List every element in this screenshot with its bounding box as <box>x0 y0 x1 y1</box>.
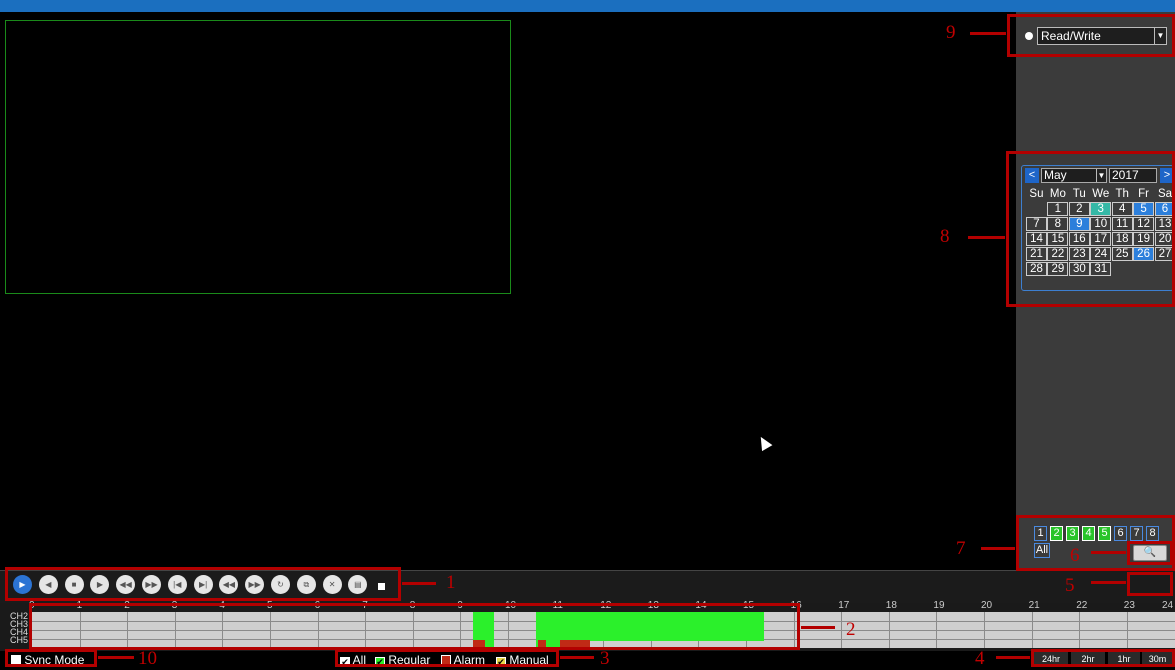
annotation-1: 1 <box>446 572 456 593</box>
hour-tick-label: 18 <box>885 600 897 611</box>
annotation-box-10 <box>5 649 97 667</box>
video-window-selected[interactable] <box>5 20 511 294</box>
annotation-2: 2 <box>846 619 856 640</box>
annotation-line-7 <box>981 547 1015 550</box>
hour-tick-label: 19 <box>933 600 945 611</box>
hour-tick-label: 21 <box>1028 600 1040 611</box>
annotation-line-6 <box>1091 551 1126 554</box>
annotation-line-10 <box>98 656 134 659</box>
annotation-line-2 <box>801 626 835 629</box>
annotation-box-2 <box>29 603 800 650</box>
annotation-9: 9 <box>946 22 956 43</box>
annotation-line-4 <box>996 656 1030 659</box>
annotation-box-3 <box>335 649 559 667</box>
annotation-6: 6 <box>1070 545 1080 566</box>
hour-tick-label: 23 <box>1123 600 1135 611</box>
annotation-box-8 <box>1006 151 1175 307</box>
annotation-box-1 <box>5 567 401 601</box>
annotation-box-4 <box>1031 649 1175 667</box>
annotation-box-6 <box>1127 541 1173 565</box>
annotation-line-1 <box>402 582 436 585</box>
annotation-7: 7 <box>956 538 966 559</box>
title-bar <box>0 0 1175 12</box>
hour-tick-label: 22 <box>1076 600 1088 611</box>
bottom-bar <box>0 651 1175 667</box>
hour-tick-label: 24 <box>1162 600 1174 611</box>
hour-tick-label: 20 <box>981 600 993 611</box>
annotation-box-9 <box>1007 14 1175 57</box>
annotation-line-9 <box>970 32 1006 35</box>
annotation-box-5 <box>1127 572 1173 596</box>
annotation-line-3 <box>560 656 594 659</box>
hour-tick-label: 17 <box>838 600 850 611</box>
annotation-line-5 <box>1091 581 1126 584</box>
annotation-line-8 <box>968 236 1005 239</box>
annotation-5: 5 <box>1065 575 1075 596</box>
annotation-8: 8 <box>940 226 950 247</box>
